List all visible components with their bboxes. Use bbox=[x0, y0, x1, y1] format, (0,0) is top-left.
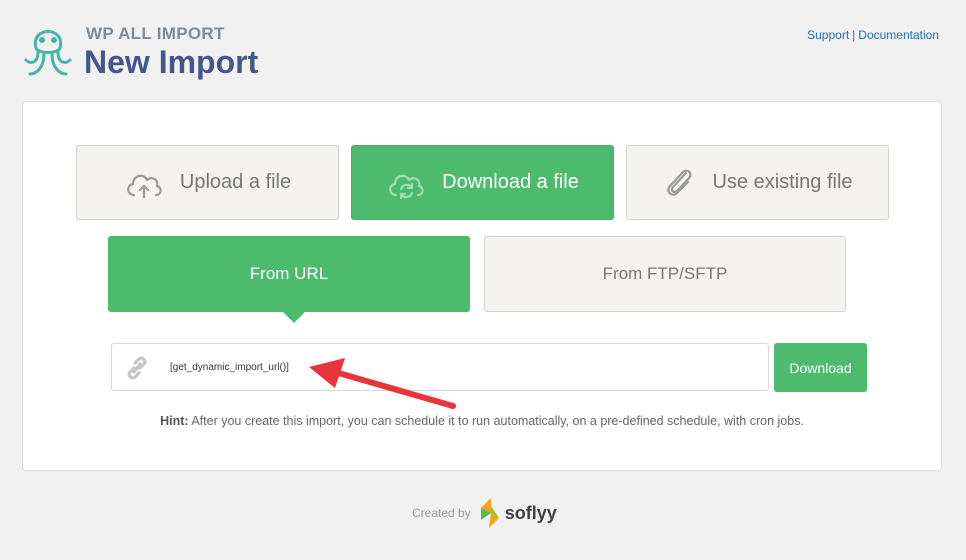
page-header: WP ALL IMPORT New Import Support | Documen… bbox=[0, 0, 966, 100]
from-ftp-tab[interactable]: From FTP/SFTP bbox=[484, 236, 846, 312]
link-separator: | bbox=[852, 28, 856, 42]
upload-file-option[interactable]: Upload a file bbox=[76, 145, 339, 220]
from-url-tab[interactable]: From URL bbox=[108, 236, 470, 312]
hint-body: After you create this import, you can sc… bbox=[188, 414, 804, 428]
documentation-link[interactable]: Documentation bbox=[858, 28, 939, 42]
cloud-sync-icon bbox=[386, 167, 426, 199]
annotation-arrow-icon bbox=[309, 358, 456, 409]
soflyy-logo-icon bbox=[480, 498, 499, 528]
selected-tab-pointer bbox=[283, 312, 305, 323]
top-links: Support | Documentation bbox=[807, 28, 939, 42]
paperclip-icon bbox=[662, 165, 696, 201]
brand-name: WP ALL IMPORT bbox=[86, 24, 225, 43]
footer: Created by soflyy bbox=[412, 497, 557, 529]
download-file-label: Download a file bbox=[442, 171, 579, 193]
hint-text: Hint: After you create this import, you … bbox=[23, 414, 941, 428]
download-file-option[interactable]: Download a file bbox=[351, 145, 614, 220]
hint-label: Hint: bbox=[160, 414, 189, 428]
cloud-upload-icon bbox=[124, 167, 164, 199]
link-icon bbox=[123, 355, 151, 386]
use-existing-file-option[interactable]: Use existing file bbox=[626, 145, 889, 220]
created-by-text: Created by bbox=[412, 506, 471, 520]
import-card: Upload a file Download a file Use existi… bbox=[22, 101, 942, 471]
download-button[interactable]: Download bbox=[774, 343, 867, 392]
upload-file-label: Upload a file bbox=[179, 171, 292, 193]
support-link[interactable]: Support bbox=[807, 28, 849, 42]
page-title: New Import bbox=[84, 44, 259, 80]
company-name: soflyy bbox=[504, 502, 557, 523]
use-existing-file-label: Use existing file bbox=[712, 171, 853, 193]
octopus-logo-icon bbox=[24, 30, 72, 76]
